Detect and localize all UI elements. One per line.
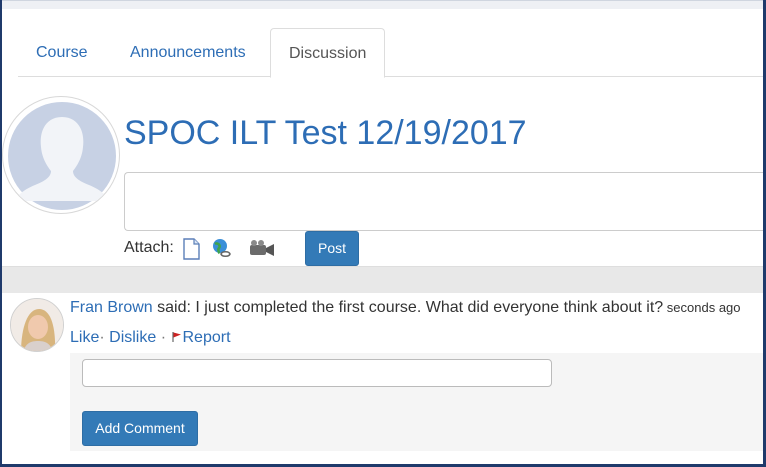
window-frame [0, 0, 766, 467]
